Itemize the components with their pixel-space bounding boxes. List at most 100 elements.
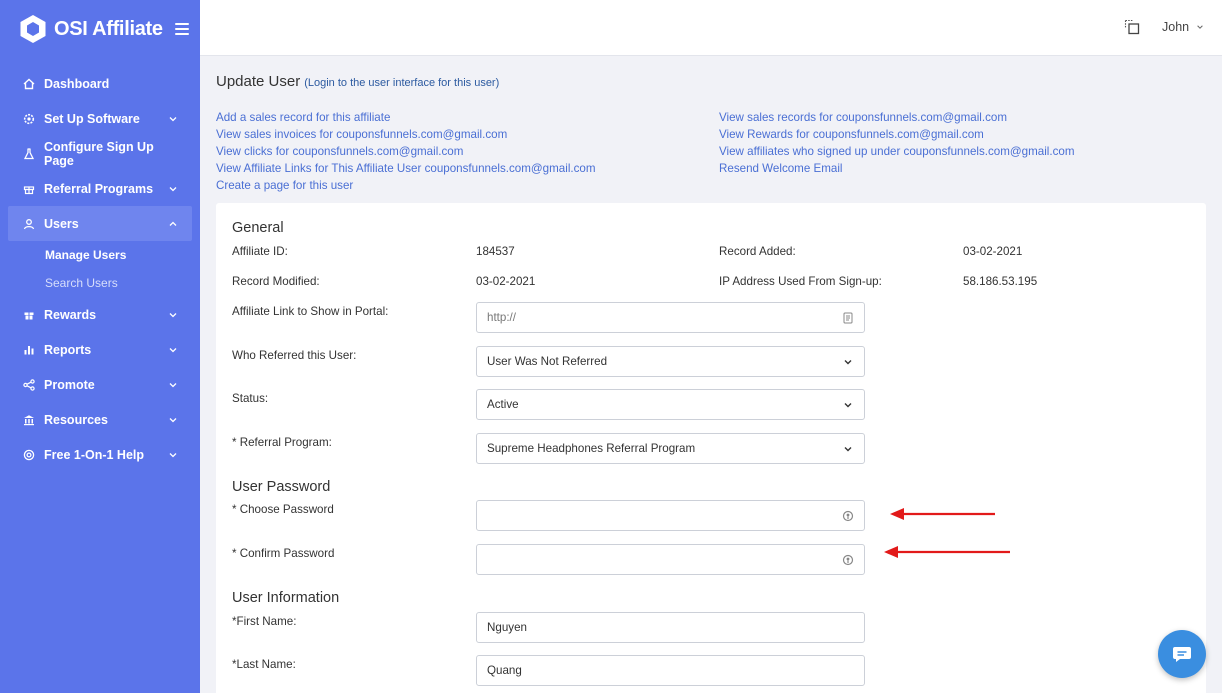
chevron-down-icon: [169, 452, 177, 457]
action-links: Add a sales record for this affiliate Vi…: [216, 109, 1206, 194]
record-added-value: 03-02-2021: [963, 245, 1023, 258]
gear-icon: [22, 112, 36, 126]
resend-welcome-email-link[interactable]: Resend Welcome Email: [719, 160, 1075, 177]
sidebar-item-dashboard[interactable]: Dashboard: [8, 66, 192, 101]
chevron-down-icon: [169, 312, 177, 317]
gift-box-icon: [22, 308, 36, 322]
view-sales-invoices-link[interactable]: View sales invoices for couponsfunnels.c…: [216, 126, 719, 143]
chevron-down-icon: [169, 382, 177, 387]
user-menu[interactable]: John: [1162, 20, 1204, 34]
logo-hexagon-icon: [18, 14, 48, 44]
sidebar-item-rewards[interactable]: Rewards: [8, 297, 192, 332]
referral-program-select[interactable]: Supreme Headphones Referral Program: [476, 433, 865, 464]
last-name-input[interactable]: Quang: [476, 655, 865, 686]
section-title-user-information: User Information: [232, 590, 340, 606]
first-name-value: Nguyen: [487, 621, 527, 634]
login-as-user-link[interactable]: (Login to the user interface for this us…: [304, 77, 499, 89]
sidebar-item-resources[interactable]: Resources: [8, 402, 192, 437]
form-fill-icon: [842, 312, 854, 324]
status-select[interactable]: Active: [476, 389, 865, 420]
first-name-input[interactable]: Nguyen: [476, 612, 865, 643]
section-title-general: General: [232, 220, 284, 236]
status-label: Status:: [232, 392, 269, 405]
create-page-link[interactable]: Create a page for this user: [216, 177, 719, 194]
affiliate-link-input[interactable]: http://: [476, 302, 865, 333]
user-form-card: General Affiliate ID: 184537 Record Adde…: [216, 203, 1206, 693]
sidebar-subitem-search-users[interactable]: Search Users: [8, 269, 192, 297]
logo[interactable]: OSI Affiliate: [0, 0, 200, 58]
sidebar: OSI Affiliate Dashboard Set Up Software …: [0, 0, 200, 693]
chevron-down-icon: [842, 399, 854, 411]
sidebar-item-label: Configure Sign Up Page: [44, 139, 154, 168]
view-signed-up-affiliates-link[interactable]: View affiliates who signed up under coup…: [719, 143, 1075, 160]
status-value: Active: [487, 398, 519, 411]
bar-chart-icon: [22, 343, 36, 357]
chevron-down-icon: [842, 443, 854, 455]
section-title-user-password: User Password: [232, 479, 331, 495]
confirm-password-input[interactable]: [476, 544, 865, 575]
sidebar-item-label: Resources: [44, 412, 108, 427]
chevron-down-icon: [169, 116, 177, 121]
action-links-right: View sales records for couponsfunnels.co…: [719, 109, 1075, 194]
password-key-icon: [842, 510, 854, 522]
sidebar-item-set-up-software[interactable]: Set Up Software: [8, 101, 192, 136]
lifebuoy-icon: [22, 448, 36, 462]
ip-address-label: IP Address Used From Sign-up:: [719, 275, 882, 288]
sidebar-item-referral-programs[interactable]: Referral Programs: [8, 171, 192, 206]
view-clicks-link[interactable]: View clicks for couponsfunnels.com@gmail…: [216, 143, 719, 160]
bank-icon: [22, 413, 36, 427]
referred-by-label: Who Referred this User:: [232, 349, 357, 362]
topbar: John: [200, 0, 1222, 56]
referred-by-value: User Was Not Referred: [487, 355, 608, 368]
copy-window-icon[interactable]: [1124, 19, 1140, 35]
sidebar-item-reports[interactable]: Reports: [8, 332, 192, 367]
sidebar-item-free-help[interactable]: Free 1-On-1 Help: [8, 437, 192, 472]
chevron-down-icon: [169, 417, 177, 422]
sidebar-item-configure-sign-up-page[interactable]: Configure Sign Up Page: [8, 136, 192, 171]
action-links-left: Add a sales record for this affiliate Vi…: [216, 109, 719, 194]
last-name-label: *Last Name:: [232, 658, 296, 671]
user-name: John: [1162, 20, 1190, 34]
affiliate-id-label: Affiliate ID:: [232, 245, 288, 258]
chevron-up-icon: [169, 221, 177, 226]
menu-toggle-icon[interactable]: [174, 23, 189, 35]
record-modified-label: Record Modified:: [232, 275, 320, 288]
sidebar-nav: Dashboard Set Up Software Configure Sign…: [0, 58, 200, 472]
chevron-down-icon: [842, 356, 854, 368]
ip-address-value: 58.186.53.195: [963, 275, 1038, 288]
record-added-label: Record Added:: [719, 245, 796, 258]
chat-bubble-icon: [1173, 647, 1191, 662]
page-header: Update User (Login to the user interface…: [216, 73, 1206, 90]
sidebar-item-promote[interactable]: Promote: [8, 367, 192, 402]
add-sales-record-link[interactable]: Add a sales record for this affiliate: [216, 109, 719, 126]
confirm-password-label: * Confirm Password: [232, 547, 335, 560]
sidebar-item-label: Users: [44, 216, 79, 231]
sidebar-item-label: Promote: [44, 377, 95, 392]
affiliate-id-value: 184537: [476, 245, 515, 258]
referred-by-select[interactable]: User Was Not Referred: [476, 346, 865, 377]
affiliate-link-label: Affiliate Link to Show in Portal:: [232, 305, 389, 318]
view-affiliate-links-link[interactable]: View Affiliate Links for This Affiliate …: [216, 160, 719, 177]
referral-program-value: Supreme Headphones Referral Program: [487, 442, 696, 455]
share-icon: [22, 378, 36, 392]
choose-password-input[interactable]: [476, 500, 865, 531]
sidebar-item-label: Set Up Software: [44, 111, 140, 126]
affiliate-link-placeholder: http://: [487, 311, 517, 324]
chevron-down-icon: [169, 347, 177, 352]
sidebar-item-label: Free 1-On-1 Help: [44, 447, 145, 462]
chevron-down-icon: [1196, 25, 1203, 29]
annotation-arrow-choose-password: [890, 508, 995, 520]
sidebar-subitem-manage-users[interactable]: Manage Users: [8, 241, 192, 269]
page-title: Update User: [216, 73, 301, 90]
chat-support-button[interactable]: [1158, 630, 1206, 678]
sidebar-item-users[interactable]: Users: [8, 206, 192, 241]
record-modified-value: 03-02-2021: [476, 275, 536, 288]
first-name-label: *First Name:: [232, 615, 297, 628]
sidebar-item-label: Referral Programs: [44, 181, 154, 196]
chevron-down-icon: [169, 186, 177, 191]
view-rewards-link[interactable]: View Rewards for couponsfunnels.com@gmai…: [719, 126, 1075, 143]
flask-icon: [22, 147, 36, 161]
sidebar-item-label: Dashboard: [44, 76, 110, 91]
view-sales-records-link[interactable]: View sales records for couponsfunnels.co…: [719, 109, 1075, 126]
referral-program-label: * Referral Program:: [232, 436, 332, 449]
